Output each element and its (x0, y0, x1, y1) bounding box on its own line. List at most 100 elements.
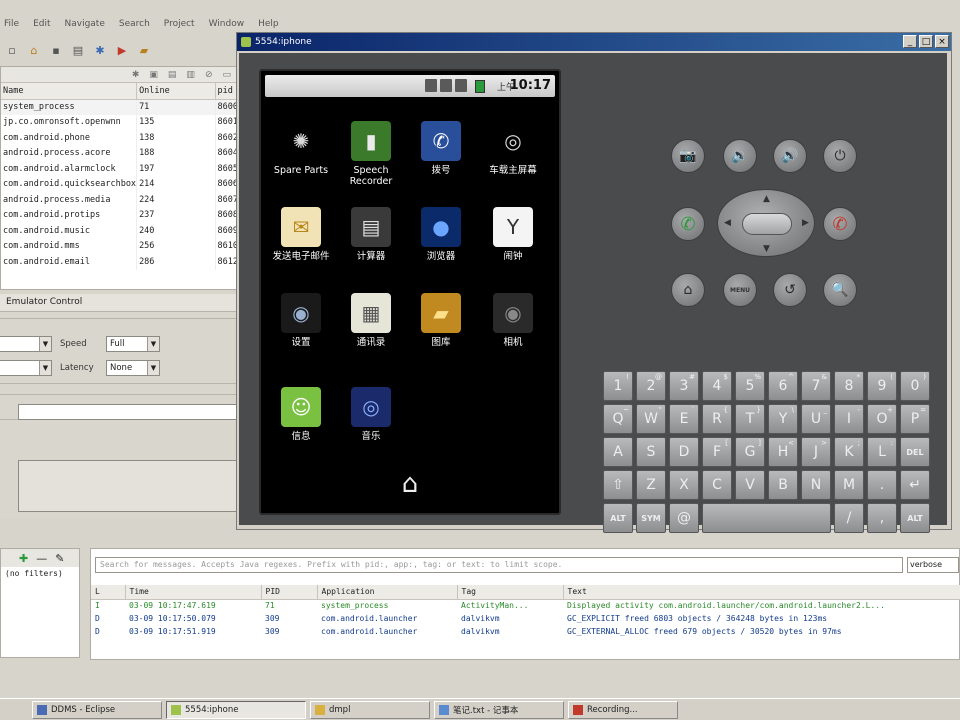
app-microphone[interactable]: ▮ Speech Recorder (335, 121, 407, 187)
incoming-number-field[interactable] (18, 404, 240, 420)
print-icon[interactable]: ▤ (70, 42, 86, 58)
key-q[interactable]: Q ~ (603, 404, 633, 434)
key-space[interactable] (702, 503, 831, 533)
table-row[interactable]: com.android.alarmclock 197 8605 (1, 161, 240, 177)
dpad-center-button[interactable] (742, 213, 792, 235)
home-button[interactable]: ⌂ (671, 273, 705, 307)
speed-combo[interactable]: Full ▼ (106, 336, 160, 352)
taskbar-button[interactable]: Recording... (568, 700, 678, 719)
run-icon[interactable]: ▶ (114, 42, 130, 58)
volume-down-button[interactable]: 🔉 (723, 139, 757, 173)
col-pid[interactable]: PID (261, 585, 318, 600)
key-e[interactable]: E ` (669, 404, 699, 434)
update-heap-icon[interactable]: ▣ (149, 70, 158, 80)
key-shift[interactable]: ⇧ (603, 470, 633, 500)
key-7[interactable]: 7 & (801, 371, 831, 401)
key-g[interactable]: G] (735, 437, 765, 467)
menu-item-edit[interactable]: Edit (33, 19, 50, 29)
table-row[interactable]: D 03-09 10:17:51.919 309 com.android.launch… (91, 625, 960, 638)
dpad[interactable]: ▲ ▼ ◀ ▶ (717, 189, 815, 257)
app-phone[interactable]: ✆ 拨号 (405, 121, 477, 176)
app-steering-wheel[interactable]: ◎ 车载主屏幕 (477, 121, 549, 176)
key-1[interactable]: 1! (603, 371, 633, 401)
phone-screen[interactable]: 上午 10:17 ✺ Spare Parts ▮ Speech Recorder ✆ 拨号… (259, 69, 561, 515)
col-application[interactable]: Application (317, 585, 458, 600)
edit-filter-icon[interactable]: ✎ (55, 552, 64, 565)
app-clock[interactable]: Y 闹钟 (477, 207, 549, 262)
menu-item-navigate[interactable]: Navigate (65, 19, 105, 29)
col-online[interactable]: Online (136, 83, 216, 100)
key-m[interactable]: M (834, 470, 864, 500)
key-w[interactable]: W " (636, 404, 666, 434)
app-gallery[interactable]: ▰ 图库 (405, 293, 477, 348)
table-row[interactable]: com.android.email 286 8612 (1, 254, 240, 270)
debug-process-icon[interactable]: ✱ (132, 70, 140, 80)
key-3[interactable]: 3 # (669, 371, 699, 401)
app-camera-lens[interactable]: ◉ 相机 (477, 293, 549, 348)
dump-hprof-icon[interactable]: ▤ (168, 70, 177, 80)
key-alt-left[interactable]: ALT (603, 503, 633, 533)
back-button[interactable]: ↺ (773, 273, 807, 307)
taskbar-button[interactable]: 5554:iphone (166, 700, 306, 719)
key-2[interactable]: 2 @ (636, 371, 666, 401)
voice-combo[interactable]: ▼ (0, 336, 52, 352)
close-button[interactable]: × (935, 35, 949, 48)
logcat-search-input[interactable]: Search for messages. Accepts Java regexe… (95, 557, 903, 573)
maximize-button[interactable]: □ (919, 35, 933, 48)
table-row[interactable]: com.android.quicksearchbox 214 8606 (1, 176, 240, 192)
open-folder-icon[interactable]: ▰ (136, 42, 152, 58)
col-pid[interactable]: pid (215, 83, 240, 100)
debug-icon[interactable]: ✱ (92, 42, 108, 58)
key-slash[interactable]: / (834, 503, 864, 533)
key-enter[interactable]: ↵ (900, 470, 930, 500)
menu-item-window[interactable]: Window (209, 19, 245, 29)
app-globe[interactable]: ● 浏览器 (405, 207, 477, 262)
volume-up-button[interactable]: 🔊 (773, 139, 807, 173)
app-message[interactable]: ☺ 信息 (265, 387, 337, 442)
menu-button[interactable]: MENU (723, 273, 757, 307)
table-row[interactable]: android.process.acore 188 8604 (1, 145, 240, 161)
search-button[interactable]: 🔍 (823, 273, 857, 307)
key-z[interactable]: Z (636, 470, 666, 500)
key-at[interactable]: @ (669, 503, 699, 533)
table-row[interactable]: D 03-09 10:17:50.079 309 com.android.launch… (91, 612, 960, 625)
key-k[interactable]: K; (834, 437, 864, 467)
key-i[interactable]: I- (834, 404, 864, 434)
stop-process-icon[interactable]: ⊘ (205, 70, 213, 80)
home-icon[interactable]: ⌂ (393, 469, 427, 499)
taskbar-button[interactable]: 笔记.txt - 记事本 (434, 700, 564, 719)
table-row[interactable]: jp.co.omronsoft.openwnn 135 8601 (1, 114, 240, 130)
power-button[interactable]: ⏻ (823, 139, 857, 173)
key-5[interactable]: 5% (735, 371, 765, 401)
key-8[interactable]: 8 * (834, 371, 864, 401)
end-call-button[interactable]: ✆ (823, 207, 857, 241)
home-icon[interactable]: ⌂ (26, 42, 42, 58)
tab-emulator-control[interactable]: Emulator Control (0, 294, 240, 312)
remove-filter-icon[interactable]: — (36, 552, 47, 565)
menu-item-search[interactable]: Search (119, 19, 150, 29)
taskbar-button[interactable]: DDMS - Eclipse (32, 700, 162, 719)
save-icon[interactable]: ▪ (48, 42, 64, 58)
sms-message-field[interactable] (18, 460, 240, 512)
key-9[interactable]: 9( (867, 371, 897, 401)
dpad-right-icon[interactable]: ▶ (802, 218, 809, 228)
latency-combo[interactable]: None ▼ (106, 360, 160, 376)
table-row[interactable]: I 03-09 10:17:47.619 71 system_process Activ… (91, 599, 960, 612)
table-row[interactable]: com.android.mms 256 8610 (1, 238, 240, 254)
dpad-left-icon[interactable]: ◀ (724, 218, 731, 228)
key-p[interactable]: P = (900, 404, 930, 434)
screen-capture-icon[interactable]: ▭ (222, 70, 231, 80)
new-icon[interactable]: ▫ (4, 42, 20, 58)
app-settings[interactable]: ◉ 设置 (265, 293, 337, 348)
key-sym[interactable]: SYM (636, 503, 666, 533)
table-row[interactable]: com.android.protips 237 8608 (1, 207, 240, 223)
key-d[interactable]: D (669, 437, 699, 467)
table-row[interactable]: system_process 71 8600 (1, 99, 240, 115)
app-speaker[interactable]: ◎ 音乐 (335, 387, 407, 442)
key-6[interactable]: 6 ^ (768, 371, 798, 401)
key-c[interactable]: C (702, 470, 732, 500)
key-.[interactable]: . (867, 470, 897, 500)
key-comma[interactable]: , (867, 503, 897, 533)
app-contacts[interactable]: ▦ 通讯录 (335, 293, 407, 348)
key-x[interactable]: X (669, 470, 699, 500)
